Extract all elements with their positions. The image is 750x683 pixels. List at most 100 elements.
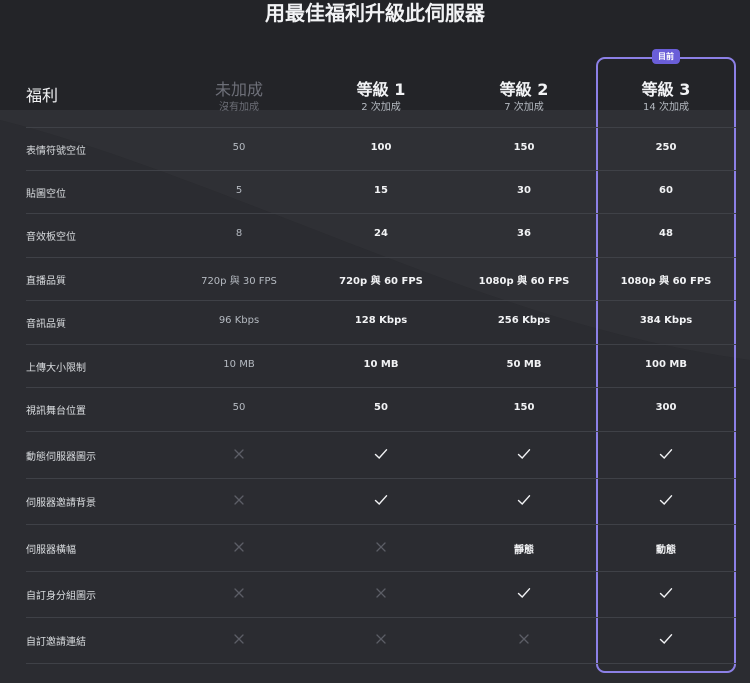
- page-title: 用最佳福利升級此伺服器: [265, 1, 485, 25]
- perk-value: 720p 與 30 FPS: [201, 275, 277, 287]
- perk-value: 60: [659, 184, 673, 196]
- perk-value-icon: [596, 493, 736, 507]
- perk-value: 1080p 與 60 FPS: [620, 275, 712, 287]
- perk-value: 384 Kbps: [639, 315, 693, 326]
- perk-value: 8: [235, 228, 243, 239]
- check-icon: [374, 448, 388, 459]
- perk-value: 24: [374, 228, 388, 239]
- perk-label: 視訊舞台位置: [26, 406, 86, 417]
- row-divider: [26, 478, 736, 479]
- perk-value: 720p 與 60 FPS: [339, 275, 423, 287]
- perk-value: 150: [513, 402, 535, 413]
- perk-value: 100 MB: [645, 358, 687, 370]
- perk-value: 15: [374, 184, 388, 196]
- row-divider: [26, 257, 736, 258]
- perk-label: 自訂身分組圖示: [26, 591, 96, 602]
- perk-value-icon: [454, 493, 594, 507]
- tier-boost-count: 14 次加成: [643, 102, 689, 113]
- perk-label: 貼圖空位: [26, 188, 66, 200]
- tier-name: 等級 2: [499, 80, 549, 99]
- perk-value: 10 MB: [363, 358, 399, 370]
- tier-name: 等級 1: [356, 80, 406, 99]
- x-icon: [519, 634, 529, 644]
- tier-header-level-2: 等級 2 7 次加成: [454, 80, 594, 115]
- check-icon: [659, 588, 673, 599]
- perk-value: 36: [517, 228, 531, 239]
- perk-value: 128 Kbps: [354, 315, 408, 326]
- perk-value-icon: [169, 632, 309, 646]
- perk-value-icon: [311, 632, 451, 646]
- perk-value: 48: [659, 228, 673, 239]
- perk-value-icon: [311, 493, 451, 507]
- tier-name: 等級 3: [641, 80, 691, 99]
- perk-value-icon: [311, 586, 451, 600]
- x-icon: [234, 495, 244, 505]
- perk-value: 100: [370, 141, 392, 153]
- perk-value: 256 Kbps: [497, 315, 551, 326]
- perk-value-icon: [596, 447, 736, 461]
- perk-value-icon: [454, 586, 594, 600]
- row-divider: [26, 431, 736, 432]
- tier-header-level-1: 等級 1 2 次加成: [311, 80, 451, 115]
- perk-value: 50 MB: [506, 358, 542, 370]
- x-icon: [234, 448, 244, 459]
- perk-value-icon: [169, 586, 309, 600]
- perk-value-icon: [311, 447, 451, 461]
- perk-label: 直播品質: [26, 275, 66, 287]
- perk-value: 50: [232, 141, 246, 153]
- perk-label: 自訂邀請連結: [26, 637, 86, 648]
- perk-value: 150: [513, 141, 535, 153]
- perk-value: 300: [655, 402, 677, 413]
- perk-value-icon: [454, 447, 594, 461]
- perk-value: 250: [655, 141, 677, 153]
- check-icon: [374, 495, 388, 506]
- x-icon: [234, 588, 244, 598]
- perk-value-icon: [169, 493, 309, 507]
- row-divider: [26, 663, 736, 664]
- perk-label: 上傳大小限制: [26, 362, 86, 374]
- perk-label: 伺服器邀請背景: [26, 498, 96, 509]
- tier-boost-count: 沒有加成: [219, 102, 259, 113]
- x-icon: [376, 588, 386, 598]
- perk-value-icon: [454, 632, 594, 646]
- perk-value: 10 MB: [223, 358, 255, 370]
- check-icon: [517, 448, 531, 459]
- perk-value: 5: [235, 184, 243, 196]
- tier-boost-count: 2 次加成: [361, 102, 401, 113]
- tier-name: 未加成: [214, 80, 263, 99]
- x-icon: [376, 541, 386, 552]
- tier-header-unboosted: 未加成 沒有加成: [169, 80, 309, 115]
- perk-value-icon: [169, 447, 309, 461]
- row-divider: [26, 127, 736, 128]
- perk-value: 靜態: [514, 544, 534, 556]
- check-icon: [517, 588, 531, 599]
- check-icon: [659, 634, 673, 645]
- perk-label: 音效板空位: [26, 232, 76, 243]
- row-divider: [26, 170, 736, 171]
- row-divider: [26, 344, 736, 345]
- x-icon: [376, 634, 386, 644]
- row-divider: [26, 300, 736, 301]
- check-icon: [659, 495, 673, 506]
- perk-label: 音訊品質: [26, 319, 66, 330]
- perk-value-icon: [169, 540, 309, 554]
- x-icon: [234, 634, 244, 644]
- x-icon: [234, 541, 244, 552]
- tier-header-row: 福利 未加成 沒有加成 等級 1 2 次加成 等級 2 7 次加成 等級 3 1…: [0, 80, 750, 124]
- check-icon: [517, 495, 531, 506]
- perk-value: 30: [517, 184, 531, 196]
- perk-value-icon: [596, 632, 736, 646]
- tier-header-level-3: 等級 3 14 次加成: [596, 80, 736, 115]
- perk-label: 伺服器橫幅: [26, 544, 76, 556]
- perk-label: 表情符號空位: [26, 145, 86, 157]
- perk-value: 96 Kbps: [218, 315, 260, 326]
- perk-value: 動態: [656, 544, 676, 556]
- perk-value: 1080p 與 60 FPS: [478, 275, 570, 287]
- perk-value: 50: [232, 402, 246, 413]
- row-divider: [26, 387, 736, 388]
- perk-value-icon: [596, 586, 736, 600]
- check-icon: [659, 448, 673, 459]
- perk-column-header: 福利: [26, 86, 59, 105]
- row-divider: [26, 213, 736, 214]
- perk-value-icon: [311, 540, 451, 554]
